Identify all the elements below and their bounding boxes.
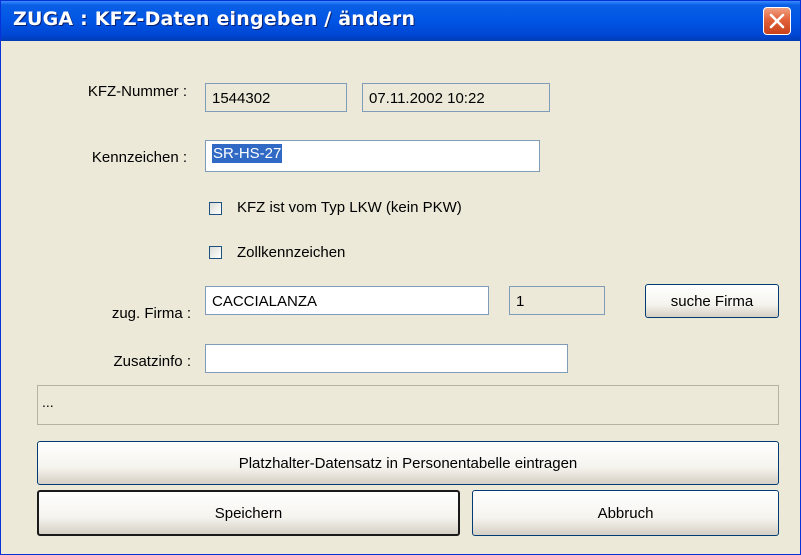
suche-firma-label: suche Firma (670, 292, 754, 310)
speichern-label: Speichern (214, 504, 283, 522)
zoll-checkbox-label[interactable]: Zollkennzeichen (237, 244, 345, 261)
lkw-checkbox-label[interactable]: KFZ ist vom Typ LKW (kein PKW) (237, 199, 462, 216)
platzhalter-label: Platzhalter-Datensatz in Personentabelle… (238, 454, 578, 472)
close-icon (769, 13, 785, 29)
kennzeichen-selected-text: SR-HS-27 (212, 144, 283, 163)
kennzeichen-label: Kennzeichen : (91, 149, 187, 166)
timestamp-field: 07.11.2002 10:22 (362, 83, 550, 112)
zusatzinfo-label: Zusatzinfo : (113, 353, 191, 370)
suche-firma-button[interactable]: suche Firma (645, 284, 779, 318)
title-bar[interactable]: ZUGA : KFZ-Daten eingeben / ändern (1, 1, 800, 41)
close-button[interactable] (763, 7, 791, 35)
kennzeichen-input[interactable]: SR-HS-27 (205, 140, 540, 172)
firma-label: zug. Firma : (111, 305, 191, 322)
info-bar: ... (37, 385, 779, 425)
zusatzinfo-input[interactable] (205, 344, 568, 373)
firma-input[interactable]: CACCIALANZA (205, 286, 489, 315)
speichern-button[interactable]: Speichern (37, 490, 460, 536)
firma-id-field: 1 (509, 286, 605, 315)
platzhalter-button[interactable]: Platzhalter-Datensatz in Personentabelle… (37, 441, 779, 485)
lkw-checkbox[interactable] (209, 202, 222, 215)
dialog-window: ZUGA : KFZ-Daten eingeben / ändern KFZ-N… (0, 0, 801, 555)
window-title: ZUGA : KFZ-Daten eingeben / ändern (13, 8, 416, 30)
abbruch-button[interactable]: Abbruch (472, 490, 779, 536)
kfz-nummer-field: 1544302 (205, 83, 347, 112)
zoll-checkbox[interactable] (209, 246, 222, 259)
abbruch-label: Abbruch (597, 504, 654, 522)
kfz-nummer-label: KFZ-Nummer : (87, 83, 187, 100)
